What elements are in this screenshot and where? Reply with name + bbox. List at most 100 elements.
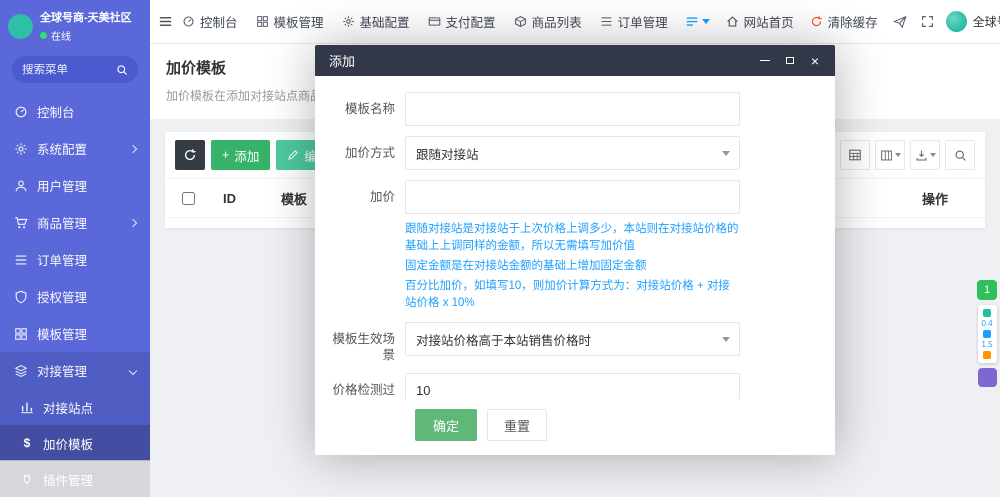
sidebar-subitem-markup-template[interactable]: $ 加价模板 bbox=[0, 425, 150, 461]
collapse-menu-button[interactable] bbox=[158, 0, 173, 44]
username[interactable]: 全球号商-天美社区 bbox=[973, 13, 1000, 30]
minimize-icon[interactable] bbox=[759, 55, 771, 67]
sidebar-item-label: 商品管理 bbox=[37, 213, 87, 232]
add-button[interactable]: + 添加 bbox=[211, 140, 270, 170]
list-icon bbox=[600, 15, 613, 28]
hamburger-icon bbox=[158, 14, 173, 29]
home-icon bbox=[726, 15, 739, 28]
user-icon bbox=[14, 179, 28, 193]
refresh-icon bbox=[183, 148, 197, 162]
menu-search-input[interactable] bbox=[22, 64, 110, 76]
sidebar-item-console[interactable]: 控制台 bbox=[0, 93, 150, 130]
monitor-cpu-icon bbox=[983, 351, 991, 359]
export-button[interactable] bbox=[910, 140, 940, 170]
sidebar-subitem-plugins[interactable]: 插件管理 bbox=[0, 461, 150, 497]
brand-status: 在线 bbox=[51, 28, 71, 43]
reset-button[interactable]: 重置 bbox=[487, 409, 547, 441]
dollar-icon: $ bbox=[20, 436, 34, 450]
dialog-titlebar: 添加 × bbox=[315, 45, 835, 76]
scene-label: 模板生效场景 bbox=[315, 322, 405, 363]
topbar-right: 网站首页 清除缓存 全球号商-天美社区 bbox=[677, 0, 1000, 44]
sidebar-item-auth[interactable]: 授权管理 bbox=[0, 278, 150, 315]
theme-widget-button[interactable] bbox=[978, 368, 997, 387]
message-button[interactable] bbox=[886, 0, 914, 44]
close-icon[interactable]: × bbox=[809, 55, 821, 67]
pencil-icon bbox=[287, 149, 299, 161]
template-name-input[interactable] bbox=[405, 92, 740, 126]
topnav-item-payment-config[interactable]: 支付配置 bbox=[419, 0, 505, 44]
topnav-item-label: 模板管理 bbox=[274, 12, 324, 31]
monitor-upload-icon bbox=[983, 309, 991, 317]
topnav-item-label: 基础配置 bbox=[360, 12, 410, 31]
scene-select[interactable]: 对接站价格高于本站销售价格时 bbox=[405, 322, 740, 356]
search-icon bbox=[116, 64, 128, 76]
dialog-footer: 确定 重置 bbox=[315, 399, 835, 455]
shield-icon bbox=[14, 290, 28, 304]
sidebar-item-label: 用户管理 bbox=[37, 176, 87, 195]
paper-plane-icon bbox=[893, 15, 907, 29]
cart-icon bbox=[14, 216, 28, 230]
caret-down-icon bbox=[930, 153, 936, 160]
sidebar-section-docking: 对接管理 对接站点 $ 加价模板 插件管理 bbox=[0, 352, 150, 497]
sidebar-item-users[interactable]: 用户管理 bbox=[0, 167, 150, 204]
search-button[interactable] bbox=[945, 140, 975, 170]
sidebar-subitem-label: 插件管理 bbox=[43, 470, 93, 489]
add-button-label: 添加 bbox=[234, 146, 259, 165]
layout-menu-dropdown[interactable] bbox=[677, 0, 718, 44]
sidebar-item-system-config[interactable]: 系统配置 bbox=[0, 130, 150, 167]
sidebar-item-orders[interactable]: 订单管理 bbox=[0, 241, 150, 278]
layers-icon bbox=[14, 364, 28, 378]
topnav-item-orders[interactable]: 订单管理 bbox=[591, 0, 677, 44]
clear-cache-button[interactable]: 清除缓存 bbox=[802, 0, 886, 44]
caret-down-icon bbox=[895, 153, 901, 160]
sidebar-item-label: 订单管理 bbox=[37, 250, 87, 269]
export-icon bbox=[915, 149, 928, 162]
brand: 全球号商-天美社区 在线 bbox=[0, 0, 150, 50]
confirm-button[interactable]: 确定 bbox=[415, 409, 477, 441]
topnav-item-label: 订单管理 bbox=[618, 12, 668, 31]
topnav-item-label: 商品列表 bbox=[532, 12, 582, 31]
sidebar-subitem-docking-sites[interactable]: 对接站点 bbox=[0, 389, 150, 425]
markup-help-1: 跟随对接站是对接站于上次价格上调多少，本站则在对接站价格的基础上上调同样的金额，… bbox=[405, 221, 740, 255]
column-header-action: 操作 bbox=[885, 189, 985, 208]
notification-badge[interactable]: 1 bbox=[977, 280, 997, 300]
site-home-button[interactable]: 网站首页 bbox=[718, 0, 802, 44]
column-header-id: ID bbox=[211, 191, 281, 206]
list-dropdown-icon bbox=[685, 15, 699, 29]
expire-input[interactable] bbox=[405, 373, 740, 399]
table-view-button[interactable] bbox=[840, 140, 870, 170]
grid-icon bbox=[14, 327, 28, 341]
select-all-checkbox[interactable] bbox=[182, 192, 195, 205]
gear-icon bbox=[14, 142, 28, 156]
caret-down-icon bbox=[702, 19, 710, 28]
topnav-item-label: 控制台 bbox=[200, 12, 238, 31]
card-icon bbox=[428, 15, 441, 28]
template-name-label: 模板名称 bbox=[315, 92, 405, 126]
sidebar-item-docking[interactable]: 对接管理 bbox=[0, 352, 150, 389]
sidebar-item-label: 授权管理 bbox=[37, 287, 87, 306]
maximize-icon[interactable] bbox=[784, 55, 796, 67]
sidebar-item-goods[interactable]: 商品管理 bbox=[0, 204, 150, 241]
topnav-item-basic-config[interactable]: 基础配置 bbox=[333, 0, 419, 44]
float-widgets: 1 0.4 1.5 bbox=[976, 280, 998, 387]
topnav-item-goods-list[interactable]: 商品列表 bbox=[505, 0, 591, 44]
sidebar-item-label: 模板管理 bbox=[37, 324, 87, 343]
topnav-item-console[interactable]: 控制台 bbox=[173, 0, 247, 44]
sidebar-subitem-label: 对接站点 bbox=[43, 398, 93, 417]
system-monitor-widget[interactable]: 0.4 1.5 bbox=[978, 305, 997, 363]
brand-logo-icon bbox=[8, 14, 33, 39]
markup-label: 加价 bbox=[315, 180, 405, 312]
expire-label: 价格检测过期时间 bbox=[315, 373, 405, 399]
markup-input[interactable] bbox=[405, 180, 740, 214]
columns-icon bbox=[880, 149, 893, 162]
refresh-button[interactable] bbox=[175, 140, 205, 170]
avatar[interactable] bbox=[946, 11, 967, 32]
topnav-item-templates[interactable]: 模板管理 bbox=[247, 0, 333, 44]
sidebar-subitem-label: 加价模板 bbox=[43, 434, 93, 453]
sidebar-item-templates[interactable]: 模板管理 bbox=[0, 315, 150, 352]
markup-mode-select[interactable]: 跟随对接站 bbox=[405, 136, 740, 170]
fullscreen-icon bbox=[921, 15, 934, 28]
columns-filter-button[interactable] bbox=[875, 140, 905, 170]
fullscreen-button[interactable] bbox=[914, 0, 942, 44]
online-dot-icon bbox=[40, 32, 47, 39]
